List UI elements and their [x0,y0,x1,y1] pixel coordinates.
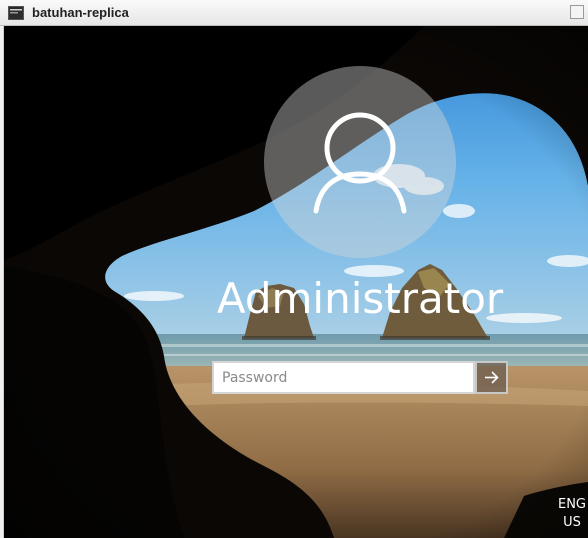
lock-screen: Administrator ENG US [4,26,588,538]
password-input[interactable] [212,361,475,394]
user-silhouette-icon [313,112,407,214]
window-title: batuhan-replica [32,5,129,20]
title-bar: batuhan-replica [0,0,588,26]
arrow-right-icon [485,371,499,384]
remote-console-window: batuhan-replica Administrator ENG US [0,0,588,538]
language-indicator[interactable]: ENG US [552,496,588,532]
username-label: Administrator [216,274,504,323]
terminal-window-icon [8,6,24,20]
submit-arrow-button[interactable] [475,361,508,394]
language-code: ENG [557,497,586,512]
user-avatar [264,66,456,258]
window-control-button[interactable] [570,5,584,19]
region-code: US [563,515,581,530]
